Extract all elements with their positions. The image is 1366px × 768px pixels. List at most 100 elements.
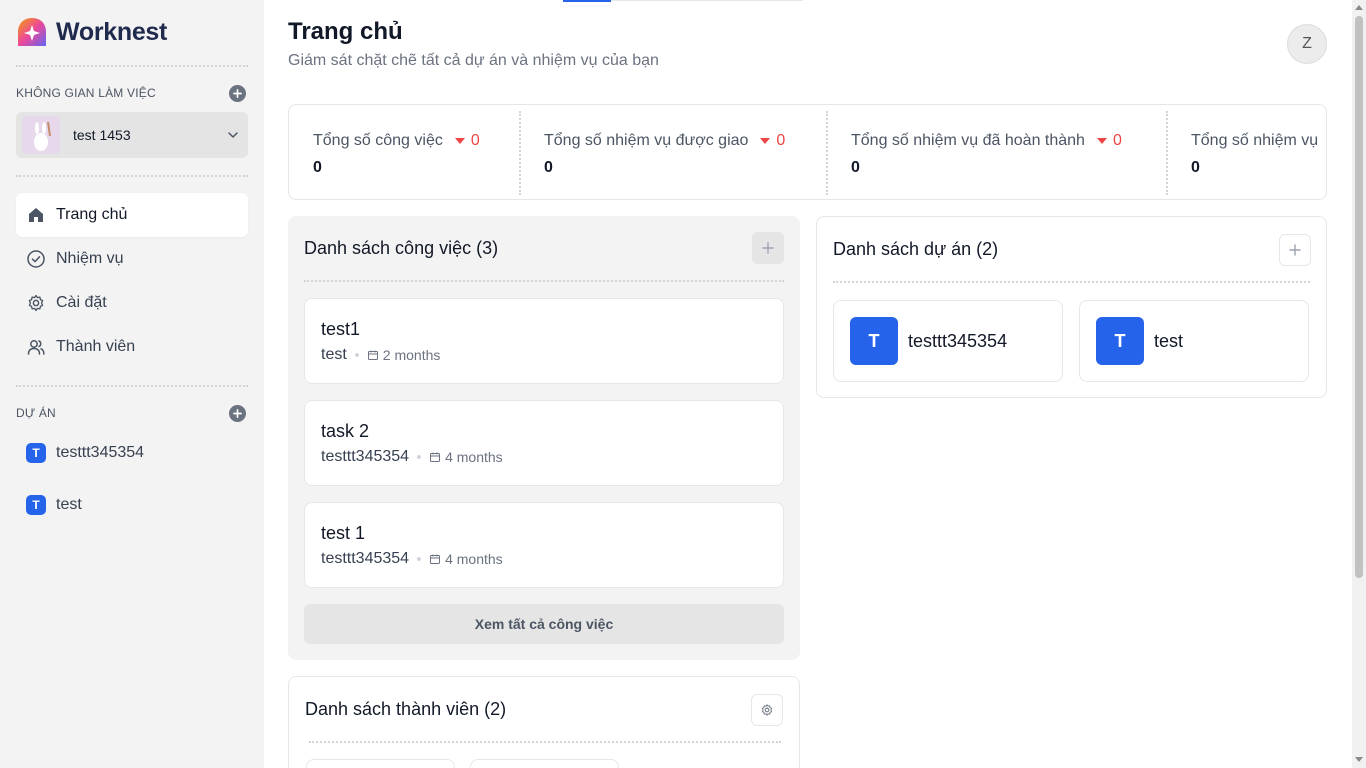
project-badge: T [1096,317,1144,365]
stat-label: Tổng số nhiệm vụ [1191,132,1319,149]
stat-value: 0 [851,159,860,176]
project-name: testtt345354 [56,444,145,461]
projects-section-label: DỰ ÁN [16,406,56,420]
task-time: 4 months [445,551,503,567]
scroll-thumb[interactable] [1355,16,1363,578]
stat-label: Tổng số nhiệm vụ đã hoàn thành 0 [851,132,1122,150]
member-tile[interactable] [470,759,619,768]
stat-label: Tổng số công việc 0 [313,132,480,150]
project-name: test [1154,330,1184,351]
gear-icon [28,294,44,312]
stat-delta: 0 [760,132,785,150]
task-name: task 2 [321,421,370,441]
calendar-icon [367,350,378,360]
users-icon [27,340,45,355]
task-name: test1 [321,319,361,339]
worknest-logo-icon [18,18,46,46]
sidebar-project-item[interactable]: T testtt345354 [26,443,144,463]
top-tab-indicator [563,0,803,2]
task-item[interactable]: test 1 testtt345354 4 months [304,502,784,588]
stat-delta: 0 [454,132,480,150]
stat-divider [519,111,521,195]
stats-bar: Tổng số công việc 0 0 Tổng số nhiệm vụ đ… [288,104,1327,200]
nav-item-home[interactable]: Trang chủ [16,193,248,237]
plus-icon [762,242,774,254]
sidebar-project-item[interactable]: T test [26,495,82,515]
project-badge: T [26,495,46,515]
caret-down-icon [454,138,465,144]
chevron-down-icon [228,132,238,138]
app-logo[interactable]: Worknest [16,16,167,48]
gear-icon [761,704,773,716]
workspace-avatar [22,116,60,154]
workspace-select[interactable]: test 1453 [16,112,248,158]
task-item[interactable]: task 2 testtt345354 4 months [304,400,784,486]
nav-item-settings[interactable]: Cài đặt [16,281,248,325]
stat-value: 0 [313,159,322,176]
workspace-name: test 1453 [73,127,131,143]
stat-divider [826,111,828,195]
calendar-icon [430,554,441,564]
app-name: Worknest [56,17,168,46]
plus-icon [1289,244,1301,256]
task-project: test [321,346,347,363]
task-time: 4 months [445,449,503,465]
user-avatar[interactable]: Z [1287,24,1327,64]
add-workspace-button[interactable] [229,85,246,102]
add-project-card-button[interactable] [1279,234,1311,266]
project-tile[interactable]: T testtt345354 [833,300,1063,382]
nav-item-label: Thành viên [56,338,136,355]
project-list-title: Danh sách dự án (2) [833,239,999,259]
scroll-down-arrow-icon[interactable] [1355,757,1363,762]
stat-value: 0 [544,159,553,176]
task-time: 2 months [382,347,441,363]
scroll-up-arrow-icon[interactable] [1355,5,1363,10]
task-project: testtt345354 [321,550,410,567]
workspace-section-label: KHÔNG GIAN LÀM VIỆC [16,86,156,100]
nav-item-label: Nhiệm vụ [56,250,124,267]
task-item[interactable]: test1 test 2 months [304,298,784,384]
sidebar-divider [16,175,248,177]
plus-icon [233,409,242,418]
home-icon [29,208,43,222]
task-project: testtt345354 [321,448,410,465]
project-badge: T [850,317,898,365]
caret-down-icon [1096,138,1107,144]
member-settings-button[interactable] [751,694,783,726]
sidebar-divider [16,65,248,67]
nav-item-label: Cài đặt [56,294,107,311]
project-tile[interactable]: T test [1079,300,1309,382]
card-divider [304,280,784,282]
member-list-card: Danh sách thành viên (2) [288,676,800,768]
stat-value: 0 [1191,159,1200,176]
page-scrollbar[interactable] [1352,0,1366,768]
task-list-title: Danh sách công việc (3) [304,238,499,258]
project-name: test [56,496,82,513]
member-tile[interactable] [306,759,455,768]
sidebar-divider [16,385,248,387]
nav-item-members[interactable]: Thành viên [16,325,248,369]
view-all-tasks-button[interactable]: Xem tất cả công việc [304,604,784,644]
add-task-button[interactable] [752,232,784,264]
card-divider [833,281,1310,283]
stat-label: Tổng số nhiệm vụ được giao 0 [544,132,786,150]
stat-delta: 0 [1096,132,1122,150]
task-meta: test 2 months [321,346,440,364]
project-name: testtt345354 [908,330,1008,351]
project-badge: T [26,443,46,463]
check-circle-icon [27,250,45,268]
calendar-icon [430,452,441,462]
project-list-card: Danh sách dự án (2) T testtt345354 T tes… [816,216,1327,398]
nav-item-label: Trang chủ [56,206,128,223]
task-name: test 1 [321,523,366,543]
caret-down-icon [760,138,771,144]
plus-icon [233,89,242,98]
page-title: Trang chủ [288,18,403,45]
nav-item-tasks[interactable]: Nhiệm vụ [16,237,248,281]
stat-divider [1166,111,1168,195]
member-list-title: Danh sách thành viên (2) [305,699,507,719]
task-list-card: Danh sách công việc (3) test1 test 2 mon… [288,216,800,660]
sidebar: Worknest KHÔNG GIAN LÀM VIỆC test 1453 T… [0,0,264,768]
add-project-button[interactable] [229,405,246,422]
card-divider [309,741,781,743]
